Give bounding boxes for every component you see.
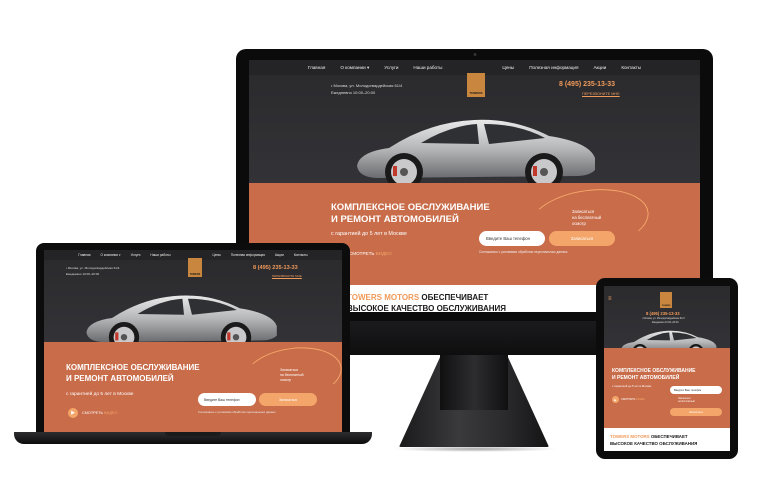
phone-input[interactable]: Введите Ваш телефон xyxy=(479,231,545,246)
address-text: • Москва, ул. Молодогвардейская 61/4 xyxy=(331,83,403,88)
laptop-watch-video-button[interactable]: ▶ СМОТРЕТЬ ВИДЕО xyxy=(68,408,117,418)
tablet-screen: ≡ TOWERS 8 (495) 235-13-33 • Москва, ул.… xyxy=(604,286,730,451)
laptop-callback[interactable]: ПЕРЕЗВОНИТЕ МНЕ xyxy=(272,274,302,278)
laptop-screen: Главная О компании ▾ Услуги Наши работы … xyxy=(44,250,342,433)
nav-actions[interactable]: Акции xyxy=(593,65,606,70)
laptop-agree-label[interactable]: Соглашаюсь с условиями обработки персона… xyxy=(198,410,276,414)
laptop-diag-note: Записаться на бесплатный осмотр xyxy=(280,368,304,382)
tablet: ≡ TOWERS 8 (495) 235-13-33 • Москва, ул.… xyxy=(596,278,738,459)
tablet-promo-line2: высокое качество обслуживания xyxy=(610,441,698,446)
tablet-title-line1: Комплексное обслуживание xyxy=(612,368,696,374)
site-logo[interactable]: TOWERS xyxy=(467,73,485,97)
tablet-phone-input[interactable]: Введите Ваш телефон xyxy=(670,386,722,394)
nav-info[interactable]: Полезная информация xyxy=(529,65,578,70)
tablet-diag-note: Записаться на бесплатный xyxy=(678,397,695,404)
nav-home[interactable]: Главная xyxy=(308,65,325,70)
apple-logo-icon xyxy=(468,329,482,345)
tablet-play-icon: ▶ xyxy=(612,396,619,403)
nav-about[interactable]: О компании ▾ xyxy=(340,65,369,71)
imac-camera xyxy=(473,53,476,56)
laptop-title-line1: Комплексное обслуживание xyxy=(66,363,200,372)
callback-link[interactable]: ПЕРЕЗВОНИТЕ МНЕ xyxy=(582,92,620,96)
laptop-nav-contacts[interactable]: Контакты xyxy=(294,253,308,257)
laptop-nav-info[interactable]: Полезная информация xyxy=(231,253,265,257)
laptop-nav-actions[interactable]: Акции xyxy=(275,253,284,257)
tablet-watch-video-button[interactable]: ▶ СМОТРЕТЬ ВИДЕО xyxy=(612,396,645,403)
laptop-hours: Ежедневно 10:00–20:00 xyxy=(66,272,100,276)
laptop-nav-works[interactable]: Наши работы xyxy=(150,253,170,257)
hero-subtitle: с гарантией до 5 лет в Москве xyxy=(331,231,407,237)
tablet-address: • Москва, ул. Молодогвардейская 61/4 xyxy=(642,317,685,320)
laptop-nav-prices[interactable]: Цены xyxy=(213,253,221,257)
laptop-nav-about[interactable]: О компании ▾ xyxy=(101,253,121,257)
imac-shadow xyxy=(392,446,558,452)
hero-title-line1: Комплексное обслуживание xyxy=(331,202,490,213)
laptop-play-icon: ▶ xyxy=(68,408,78,418)
tablet-promo-section xyxy=(604,428,730,451)
tablet-promo-line1: TOWERS MOTORS обеспечивает xyxy=(610,434,688,439)
hours-text: Ежедневно 10:00–20:00 xyxy=(331,90,376,95)
mockup-stage: Главная О компании ▾ Услуги Наши работы … xyxy=(0,0,767,490)
laptop: Главная О компании ▾ Услуги Наши работы … xyxy=(36,243,350,433)
diag-note: Записаться на бесплатный осмотр xyxy=(572,209,602,226)
laptop-logo[interactable]: TOWERS xyxy=(188,258,202,277)
tablet-title-line2: и ремонт автомобилей xyxy=(612,375,680,381)
laptop-phone[interactable]: 8 (495) 235-13-33 xyxy=(253,265,298,271)
laptop-subtitle: с гарантией до 5 лет в Москве xyxy=(66,392,134,397)
nav-services[interactable]: Услуги xyxy=(384,65,398,70)
tablet-subtitle: с гарантией до 5 лет в Москве xyxy=(612,384,652,388)
nav-prices[interactable]: Цены xyxy=(502,65,514,70)
tablet-phone[interactable]: 8 (495) 235-13-33 xyxy=(646,311,680,316)
laptop-nav-services[interactable]: Услуги xyxy=(131,253,141,257)
phone-number[interactable]: 8 (495) 235-13-33 xyxy=(559,81,615,88)
imac-stand-neck xyxy=(440,355,508,410)
tablet-logo[interactable]: TOWERS xyxy=(660,292,672,308)
tablet-menu-icon[interactable]: ≡ xyxy=(608,296,612,302)
laptop-phone-input[interactable]: Введите Ваш телефон xyxy=(198,393,256,406)
promo-line2: высокое качество обслуживания xyxy=(347,304,507,312)
tablet-hours: Ежедневно 10:00–20:00 xyxy=(652,321,679,324)
laptop-notch xyxy=(165,432,221,436)
nav-contacts[interactable]: Контакты xyxy=(621,65,641,70)
laptop-address: • Москва, ул. Молодогвардейская 61/4 xyxy=(66,266,120,270)
hero-title-line2: и ремонт автомобилей xyxy=(331,214,459,225)
nav-works[interactable]: Наши работы xyxy=(413,65,442,70)
laptop-submit-button[interactable]: Записаться xyxy=(259,393,317,406)
promo-line1: TOWERS MOTORS обеспечивает xyxy=(347,293,489,302)
laptop-nav-home[interactable]: Главная xyxy=(78,253,90,257)
tablet-submit-button[interactable]: Записаться xyxy=(670,408,722,416)
agree-checkbox-label[interactable]: Соглашаюсь с условиями обработки персона… xyxy=(479,250,568,254)
laptop-title-line2: и ремонт автомобилей xyxy=(66,374,174,383)
submit-button[interactable]: Записаться xyxy=(549,231,615,246)
